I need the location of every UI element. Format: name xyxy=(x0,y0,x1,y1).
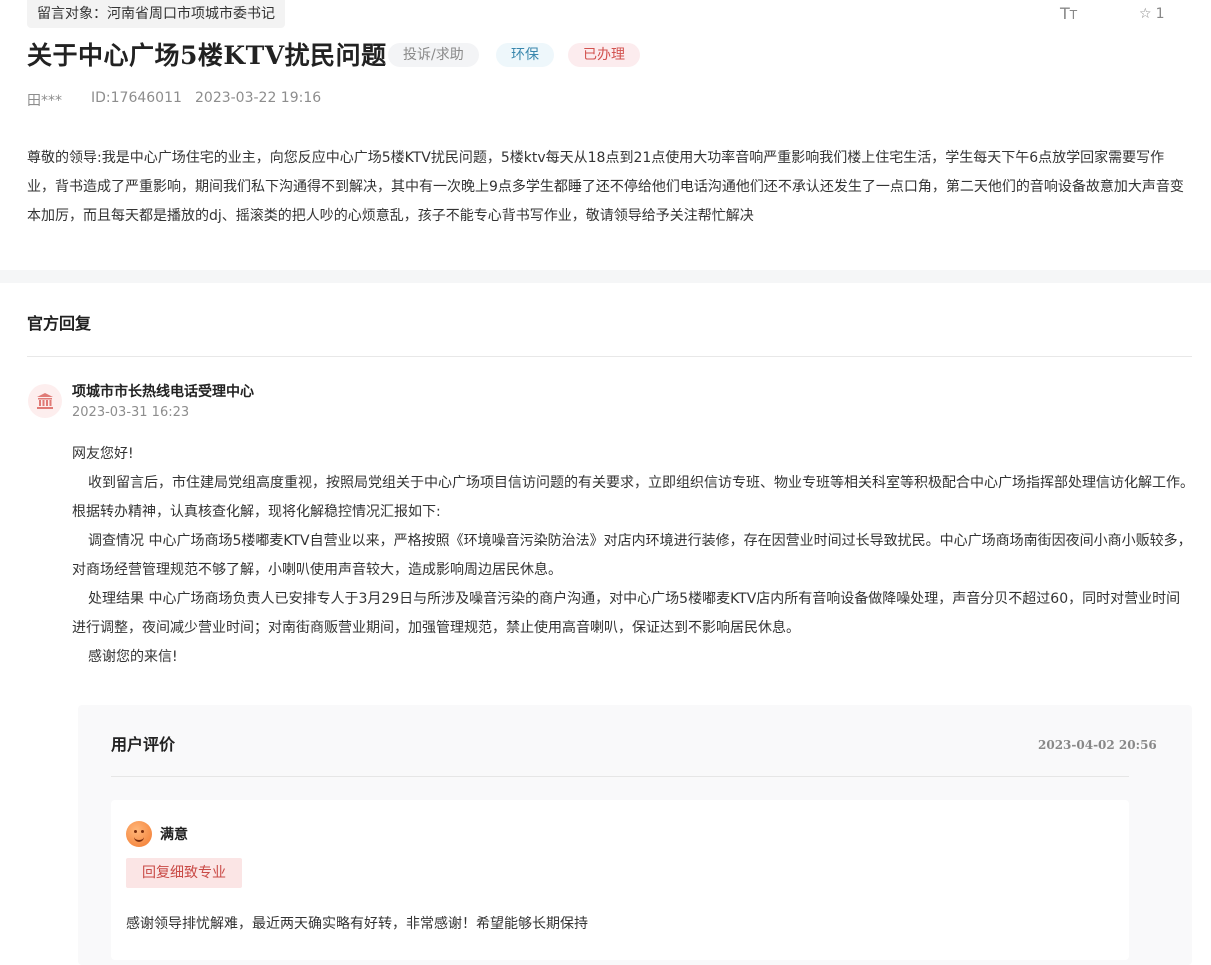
message-user: 田*** xyxy=(27,93,62,109)
smile-face-icon xyxy=(126,821,152,847)
evaluation-time: 2023-04-02 20:56 xyxy=(1038,738,1157,752)
reply-time: 2023-03-31 16:23 xyxy=(72,405,190,420)
message-target: 留言对象：河南省周口市项城市委书记 xyxy=(27,0,285,28)
reply-paragraph: 处理结果 中心广场商场负责人已安排专人于3月29日与所涉及噪音污染的商户沟通，对… xyxy=(72,591,1181,636)
tag-field: 环保 xyxy=(496,43,554,67)
satisfaction-label: 满意 xyxy=(160,827,188,843)
government-building-icon xyxy=(28,384,62,418)
reply-paragraph: 网友您好! xyxy=(72,446,134,462)
reply-org-name: 项城市市长热线电话受理中心 xyxy=(72,384,254,400)
section-separator xyxy=(0,270,1211,283)
reply-content: 网友您好! 收到留言后，市住建局党组高度重视，按照局党组关于中心广场项目信访问题… xyxy=(72,440,1194,672)
reply-paragraph: 收到留言后，市住建局党组高度重视，按照局党组关于中心广场项目信访问题的有关要求，… xyxy=(72,475,1194,520)
evaluation-comment: 感谢领导排忧解难，最近两天确实略有好转，非常感谢！希望能够长期保持 xyxy=(126,916,588,932)
evaluation-detail xyxy=(111,800,1129,960)
message-time: 2023-03-22 19:16 xyxy=(195,90,322,106)
user-evaluation-title: 用户评价 xyxy=(111,735,176,754)
official-reply-title: 官方回复 xyxy=(27,314,92,333)
reply-paragraph: 感谢您的来信! xyxy=(88,649,178,665)
message-target-label: 留言对象： xyxy=(37,6,107,22)
message-title: 关于中心广场5楼KTV扰民问题 xyxy=(27,41,387,70)
tag-type: 投诉/求助 xyxy=(388,43,479,67)
text-size-icon[interactable]: TT xyxy=(1060,4,1077,23)
evaluation-tag: 回复细致专业 xyxy=(126,858,242,888)
divider xyxy=(27,356,1192,357)
status-badge: 已办理 xyxy=(568,43,640,67)
message-content: 尊敬的领导:我是中心广场住宅的业主，向您反应中心广场5楼KTV扰民问题，5楼kt… xyxy=(27,150,1184,224)
message-target-value: 河南省周口市项城市委书记 xyxy=(107,6,275,22)
favorite-button[interactable]: ☆ 1 xyxy=(1139,6,1164,22)
message-id: ID:17646011 xyxy=(91,90,182,106)
favorite-count: 1 xyxy=(1155,6,1165,22)
star-icon: ☆ xyxy=(1139,6,1152,22)
divider xyxy=(111,776,1129,777)
reply-paragraph: 调查情况 中心广场商场5楼嘟麦KTV自营业以来，严格按照《环境噪音污染防治法》对… xyxy=(72,533,1192,578)
